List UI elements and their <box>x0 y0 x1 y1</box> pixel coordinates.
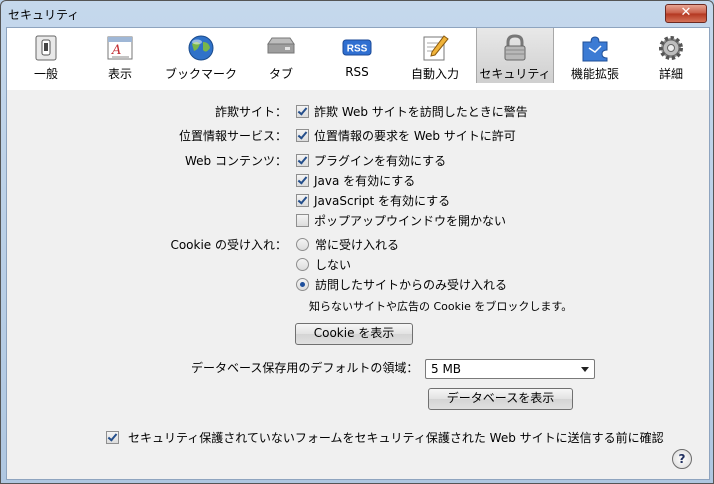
rss-icon: RSS <box>342 39 372 56</box>
cookie-always-text: 常に受け入れる <box>315 238 400 252</box>
tab-advanced-label: 詳細 <box>658 67 683 81</box>
pencil-form-icon <box>423 35 449 61</box>
svg-text:RSS: RSS <box>347 44 368 55</box>
checkbox-box[interactable] <box>296 174 309 187</box>
block-popups-text: ポップアップウインドウを開かない <box>314 214 507 228</box>
tab-general[interactable]: 一般 <box>20 28 72 84</box>
tab-tabs-label: タブ <box>268 67 293 81</box>
tab-extensions-label: 機能拡張 <box>570 67 619 81</box>
checkbox-box[interactable] <box>296 129 309 142</box>
radio-button[interactable] <box>296 258 309 271</box>
globe-icon <box>188 35 214 61</box>
tab-rss[interactable]: RSS RSS <box>331 28 383 84</box>
tab-security[interactable]: セキュリティ <box>476 28 554 84</box>
tab-extensions[interactable]: 機能拡張 <box>565 28 625 84</box>
tab-tabs[interactable]: タブ <box>255 28 307 84</box>
cookie-always-radio[interactable]: 常に受け入れる <box>296 236 399 253</box>
lock-icon <box>504 34 526 61</box>
cookie-visited-only-radio[interactable]: 訪問したサイトからのみ受け入れる <box>296 276 507 293</box>
checkbox-box[interactable] <box>296 105 309 118</box>
show-databases-button[interactable]: データベースを表示 <box>428 388 573 410</box>
insecure-form-warning-checkbox[interactable]: セキュリティ保護されていないフォームをセキュリティ保護された Web サイトに送… <box>106 429 664 446</box>
checkbox-box[interactable] <box>296 154 309 167</box>
cookie-label: Cookie の受け入れ： <box>170 238 287 252</box>
cookie-never-text: しない <box>315 258 352 272</box>
enable-java-checkbox[interactable]: Java を有効にする <box>296 172 415 189</box>
tab-autofill-label: 自動入力 <box>410 67 459 81</box>
web-content-label: Web コンテンツ： <box>185 154 287 168</box>
security-pane: 詐欺サイト： 詐欺 Web サイトを訪問したときに警告 位置情報サービス： 位置… <box>6 83 710 480</box>
show-cookies-button[interactable]: Cookie を表示 <box>295 323 413 345</box>
insecure-form-warning-text: セキュリティ保護されていないフォームをセキュリティ保護された Web サイトに送… <box>128 431 664 445</box>
block-popups-checkbox[interactable]: ポップアップウインドウを開かない <box>296 212 506 229</box>
cookie-never-radio[interactable]: しない <box>296 256 351 273</box>
radio-button[interactable] <box>296 278 309 291</box>
gear-icon <box>659 36 683 60</box>
title-bar: セキュリティ ✕ <box>1 1 713 27</box>
svg-text:A: A <box>111 43 121 58</box>
cookie-note: 知らないサイトや広告の Cookie をブロックします。 <box>309 300 573 313</box>
checkbox-box[interactable] <box>296 214 309 227</box>
enable-javascript-checkbox[interactable]: JavaScript を有効にする <box>296 192 450 209</box>
enable-java-text: Java を有効にする <box>314 174 416 188</box>
database-quota-label: データベース保存用のデフォルトの領域： <box>191 361 419 375</box>
location-label: 位置情報サービス： <box>178 129 287 143</box>
fraud-label: 詐欺サイト： <box>214 105 287 119</box>
tab-autofill[interactable]: 自動入力 <box>405 28 465 84</box>
font-icon: A <box>107 36 133 60</box>
database-quota-value: 5 MB <box>431 362 462 376</box>
tabs-icon <box>267 37 295 54</box>
location-permission-text: 位置情報の要求を Web サイトに許可 <box>314 129 516 143</box>
checkbox-box[interactable] <box>296 194 309 207</box>
tab-appearance[interactable]: A 表示 <box>94 28 146 84</box>
enable-plugins-text: プラグインを有効にする <box>314 154 447 168</box>
window-title: セキュリティ <box>8 8 80 22</box>
puzzle-icon <box>582 36 608 62</box>
preferences-window: セキュリティ ✕ 一般 A 表示 ブックマーク タブ RSS RSS 自動入力 … <box>0 0 714 484</box>
cookie-visited-only-text: 訪問したサイトからのみ受け入れる <box>315 278 508 292</box>
location-permission-checkbox[interactable]: 位置情報の要求を Web サイトに許可 <box>296 127 516 144</box>
tab-advanced[interactable]: 詳細 <box>645 28 697 84</box>
switch-icon <box>35 35 57 61</box>
help-button[interactable]: ? <box>672 449 692 469</box>
enable-javascript-text: JavaScript を有効にする <box>314 194 451 208</box>
enable-plugins-checkbox[interactable]: プラグインを有効にする <box>296 152 446 169</box>
tab-bookmarks-label: ブックマーク <box>164 67 237 81</box>
toolbar-shadow-strip <box>7 83 709 90</box>
preferences-toolbar: 一般 A 表示 ブックマーク タブ RSS RSS 自動入力 セキュリティ 機能… <box>6 27 710 84</box>
tab-bookmarks[interactable]: ブックマーク <box>161 28 241 84</box>
checkbox-box[interactable] <box>106 431 119 444</box>
database-quota-select[interactable]: 5 MB <box>425 359 595 379</box>
tab-appearance-label: 表示 <box>107 67 132 81</box>
radio-button[interactable] <box>296 238 309 251</box>
chevron-down-icon <box>581 367 589 372</box>
fraud-warning-checkbox[interactable]: 詐欺 Web サイトを訪問したときに警告 <box>296 103 528 120</box>
close-button[interactable]: ✕ <box>665 4 707 23</box>
tab-security-label: セキュリティ <box>479 67 551 81</box>
tab-general-label: 一般 <box>33 67 58 81</box>
tab-rss-label: RSS <box>345 65 369 79</box>
fraud-warning-text: 詐欺 Web サイトを訪問したときに警告 <box>314 105 528 119</box>
